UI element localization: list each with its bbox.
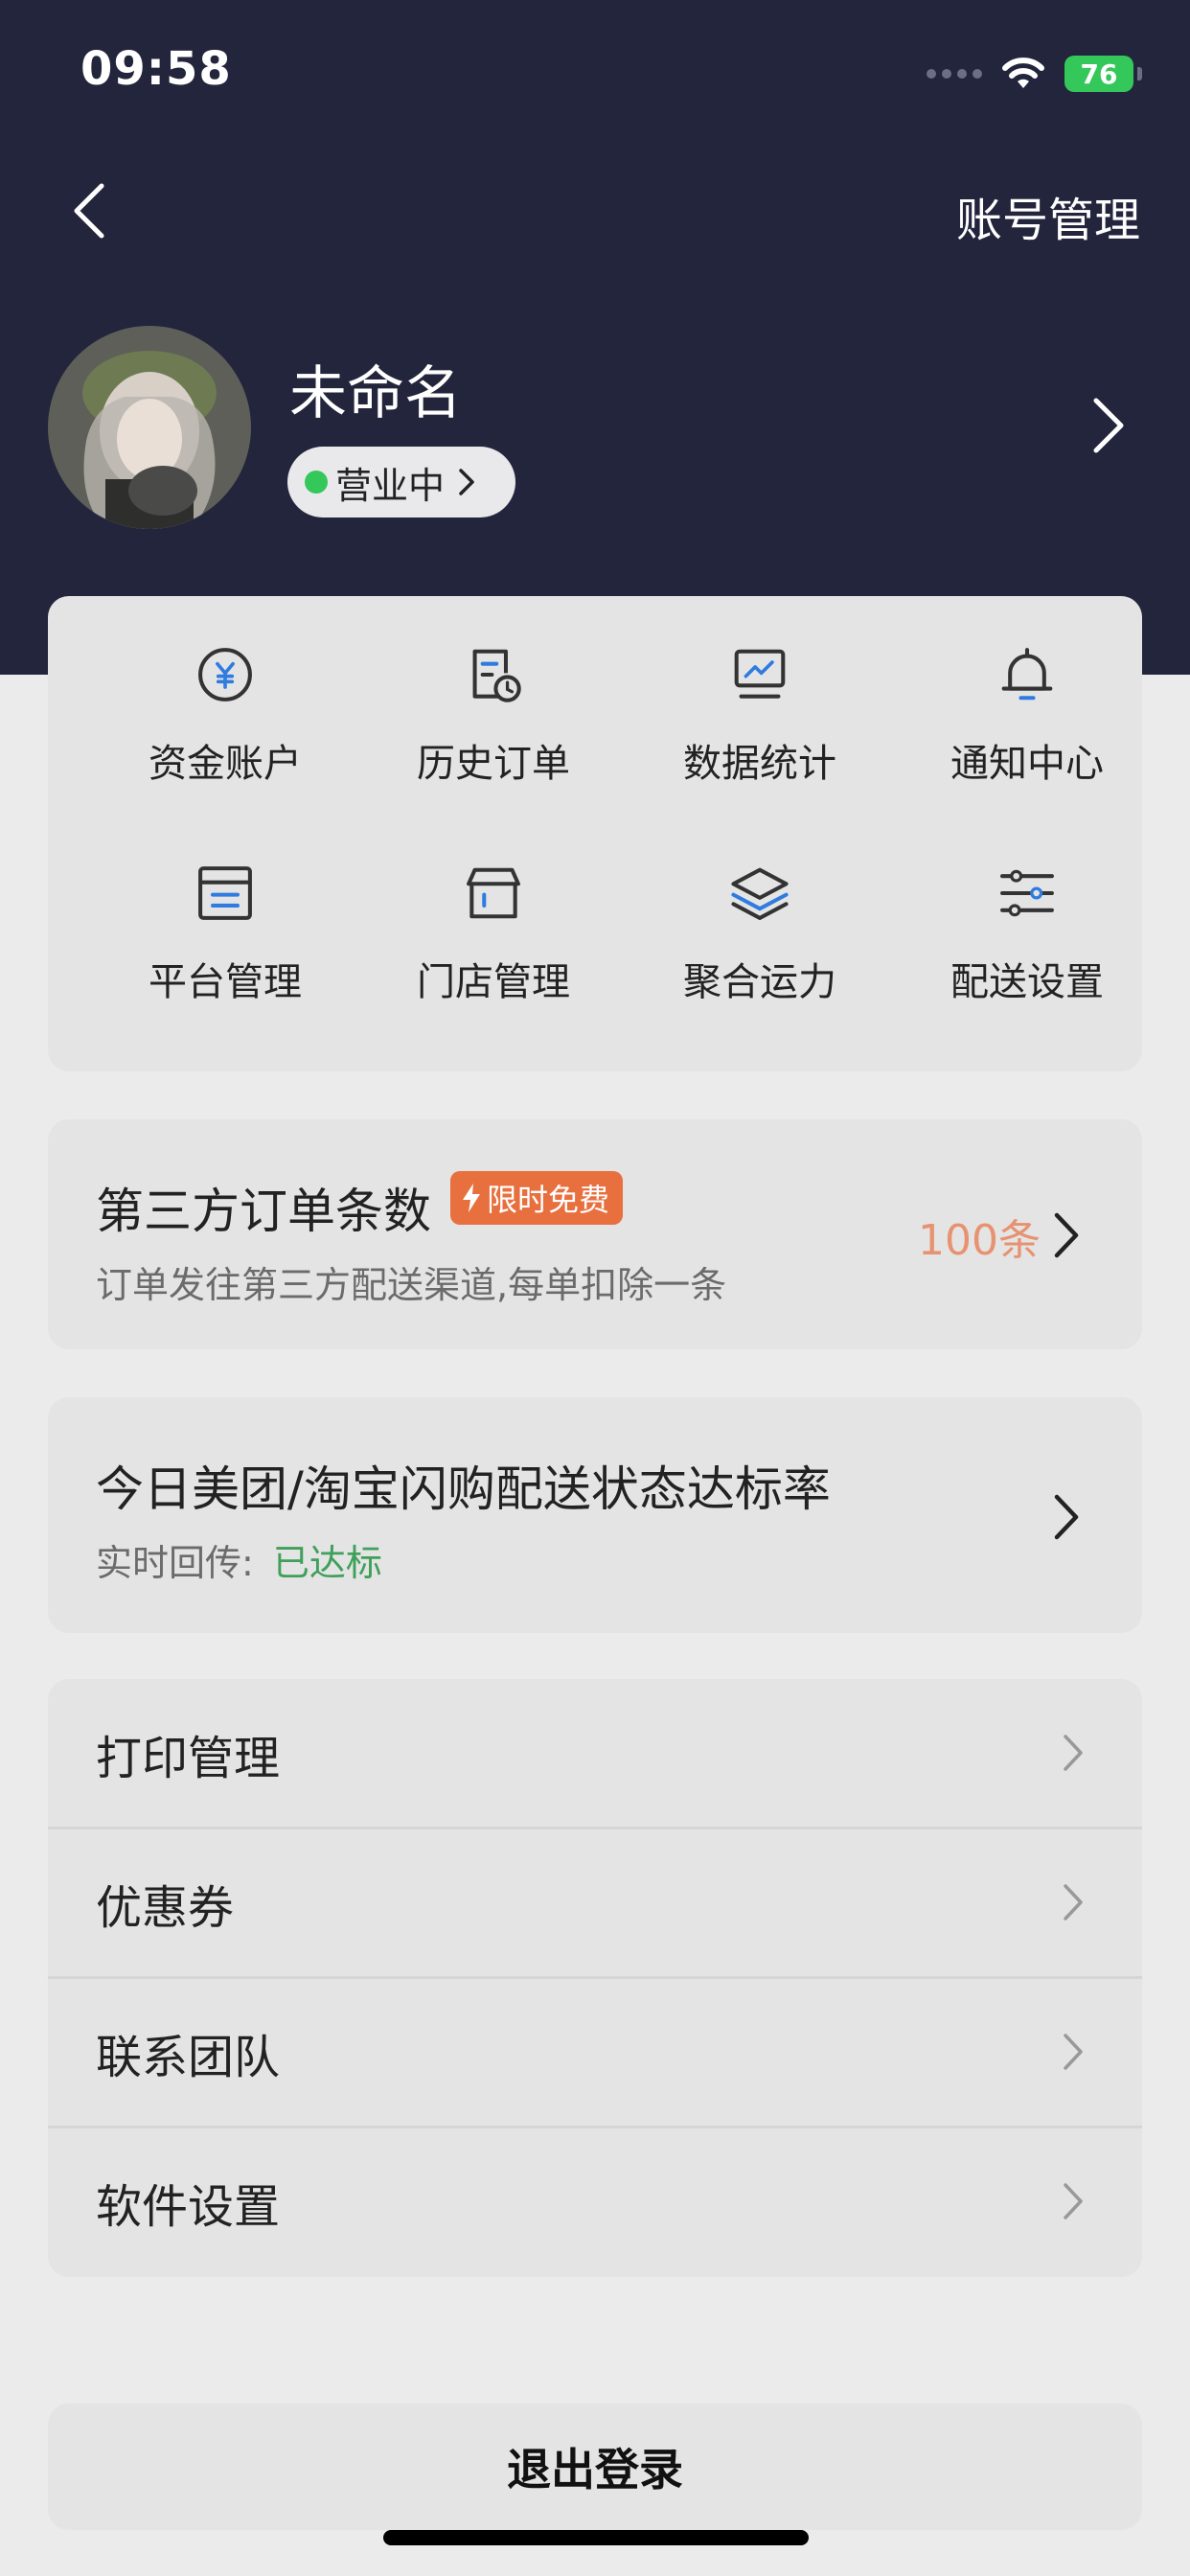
- grid-item-fund-account[interactable]: 资金账户: [91, 596, 359, 788]
- store-icon: [467, 867, 520, 919]
- list-item-contact-team[interactable]: 联系团队: [48, 1978, 1142, 2128]
- grid-item-platform-management[interactable]: 平台管理: [91, 815, 359, 1006]
- realtime-label: 实时回传:: [96, 1542, 254, 1584]
- signal-icon: [927, 69, 982, 79]
- list-item-label: 联系团队: [96, 2031, 281, 2084]
- list-item-label: 优惠券: [96, 1881, 235, 1935]
- grid-label: 聚合运力: [683, 960, 836, 1004]
- status-dot-icon: [305, 471, 328, 494]
- chevron-right-icon: [1064, 1884, 1083, 1920]
- back-arrow-icon[interactable]: [67, 180, 115, 242]
- third-party-orders-card[interactable]: 第三方订单条数 限时免费 订单发往第三方配送渠道,每单扣除一条 100条: [48, 1119, 1142, 1349]
- platform-icon: [198, 866, 252, 920]
- grid-label: 资金账户: [149, 742, 302, 786]
- grid-label: 门店管理: [417, 960, 570, 1004]
- chevron-right-icon: [1054, 1212, 1079, 1258]
- grid-item-history-orders[interactable]: 历史订单: [359, 596, 628, 788]
- chevron-right-icon: [1064, 1735, 1083, 1771]
- battery-icon: 76: [1064, 56, 1133, 92]
- grid-label: 通知中心: [950, 742, 1104, 786]
- grid-label: 配送设置: [950, 960, 1104, 1004]
- home-indicator[interactable]: [383, 2530, 809, 2545]
- grid-item-aggregated-capacity[interactable]: 聚合运力: [626, 815, 894, 1006]
- wifi-icon: [1002, 58, 1044, 88]
- sliders-icon: [1000, 869, 1054, 917]
- grid-label: 历史订单: [417, 742, 570, 786]
- lightning-icon: [463, 1184, 480, 1212]
- battery-level: 76: [1080, 58, 1118, 90]
- avatar[interactable]: [48, 326, 251, 529]
- chevron-right-icon: [459, 469, 474, 495]
- store-name: 未命名: [289, 360, 462, 427]
- yuan-circle-icon: [198, 648, 252, 702]
- free-badge: 限时免费: [450, 1171, 624, 1225]
- chevron-right-icon: [1064, 2183, 1083, 2220]
- chart-monitor-icon: [734, 649, 786, 699]
- grid-item-store-management[interactable]: 门店管理: [359, 815, 628, 1006]
- third-party-subtitle: 订单发往第三方配送渠道,每单扣除一条: [96, 1264, 727, 1306]
- grid-item-delivery-settings[interactable]: 配送设置: [893, 815, 1161, 1006]
- third-party-count: 100条: [918, 1216, 1041, 1265]
- list-item-print-management[interactable]: 打印管理: [48, 1679, 1142, 1828]
- grid-label: 数据统计: [683, 742, 836, 786]
- grid-item-data-stats[interactable]: 数据统计: [626, 596, 894, 788]
- chevron-right-icon: [1054, 1494, 1079, 1540]
- order-history-icon: [472, 649, 521, 702]
- business-status-label: 营业中: [335, 464, 446, 507]
- status-indicators: 76: [927, 50, 1142, 98]
- third-party-title: 第三方订单条数: [96, 1184, 431, 1239]
- bell-icon: [1001, 648, 1053, 701]
- chevron-right-icon: [1064, 2034, 1083, 2070]
- feature-grid-card: 资金账户 历史订单 数据统计 通知中心 平台管理 门店管理 聚合运力 配送设置: [48, 596, 1142, 1071]
- battery-tip: [1137, 67, 1142, 80]
- logout-button[interactable]: 退出登录: [48, 2404, 1142, 2530]
- business-status-pill[interactable]: 营业中: [287, 447, 515, 518]
- list-item-label: 软件设置: [96, 2180, 281, 2234]
- compliance-status: 已达标: [272, 1542, 382, 1584]
- grid-label: 平台管理: [149, 960, 302, 1004]
- settings-list: 打印管理 优惠券 联系团队 软件设置: [48, 1679, 1142, 2277]
- profile-chevron-icon[interactable]: [1088, 395, 1127, 456]
- grid-item-notification-center[interactable]: 通知中心: [893, 596, 1161, 788]
- list-item-coupons[interactable]: 优惠券: [48, 1828, 1142, 1978]
- account-management-link[interactable]: 账号管理: [956, 182, 1140, 249]
- list-item-label: 打印管理: [96, 1732, 281, 1785]
- delivery-compliance-title: 今日美团/淘宝闪购配送状态达标率: [96, 1461, 831, 1517]
- free-badge-label: 限时免费: [487, 1182, 610, 1218]
- layers-icon: [731, 867, 789, 920]
- list-item-software-settings[interactable]: 软件设置: [48, 2128, 1142, 2277]
- delivery-compliance-card[interactable]: 今日美团/淘宝闪购配送状态达标率 实时回传: 已达标: [48, 1397, 1142, 1633]
- status-time: 09:58: [80, 42, 232, 96]
- delivery-compliance-subtitle: 实时回传: 已达标: [96, 1533, 382, 1586]
